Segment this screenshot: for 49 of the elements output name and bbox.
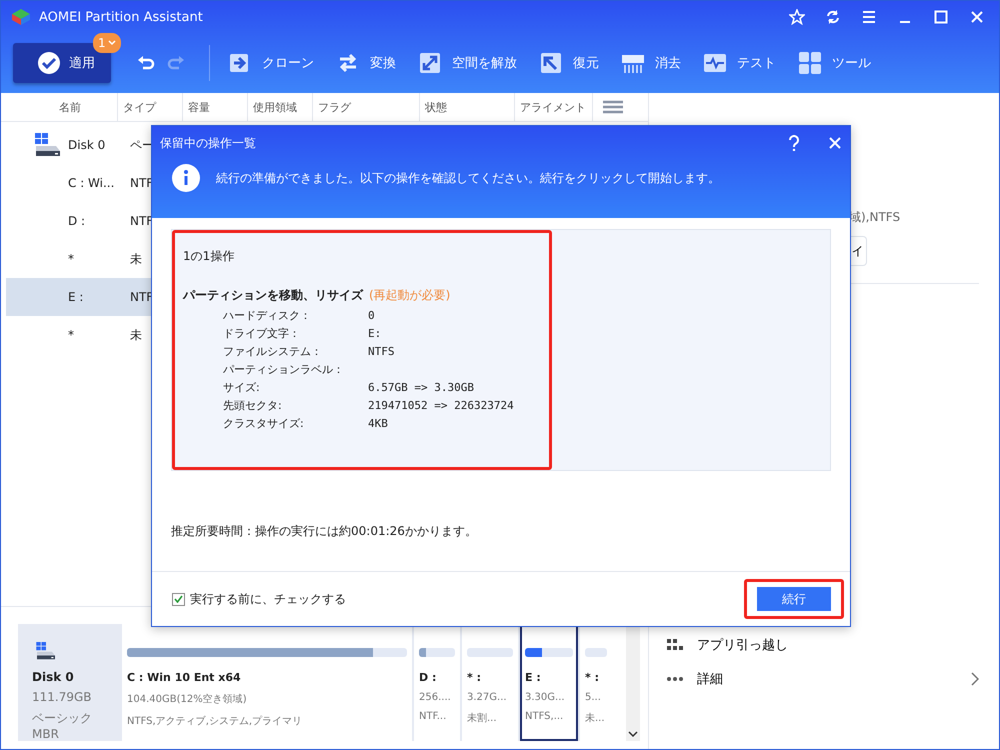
dialog-title: 保留中の操作一覧: [160, 134, 257, 152]
operation-count: 1の1操作: [183, 248, 236, 265]
disk-size: 111.79GB: [32, 690, 93, 704]
table-cell-text: D :: [68, 214, 86, 228]
table-cell: 未: [130, 326, 142, 344]
partition-size: 5...: [585, 692, 602, 703]
detail-label: パーティションラベル：: [223, 362, 345, 377]
table-cell-text: Disk 0: [68, 138, 106, 152]
detail-value: 219471052 => 226323724: [368, 398, 515, 413]
restart-note: (再起動が必要): [369, 287, 450, 304]
table-cell-text: C : Wi...: [68, 176, 116, 190]
detail-label: ドライブ文字：: [223, 326, 301, 341]
table-cell: 未: [130, 250, 142, 268]
disk-name: Disk 0: [32, 670, 75, 684]
info-message: 続行の準備ができました。以下の操作を確認してください。続行をクリックして開始します。: [216, 170, 720, 186]
partition-size: 3.27G...: [467, 692, 508, 703]
disk-type: ベーシック MBR: [32, 710, 93, 741]
partition-info: 未割...: [467, 712, 498, 725]
partition-name: * :: [467, 671, 482, 684]
detail-label: サイズ:: [223, 380, 261, 395]
partition-name: E :: [525, 671, 542, 684]
partition-info: NTF...: [419, 711, 448, 722]
detail-label: クラスタサイズ:: [223, 416, 305, 431]
table-cell-text: *: [68, 328, 75, 342]
detail-label: 先頭セクタ:: [223, 398, 283, 413]
table-cell-text: E :: [68, 290, 84, 304]
detail-value: NTFS: [368, 344, 396, 359]
detail-label: ハードディスク：: [223, 308, 312, 323]
partition-name: D :: [419, 671, 438, 684]
table-cell: NTF: [130, 176, 154, 190]
detail-value: 0: [368, 308, 376, 323]
partition-name: C : Win 10 Ent x64: [127, 671, 242, 684]
detail-value: 4KB: [368, 416, 389, 431]
partition-info: 未...: [585, 712, 606, 725]
table-cell: NTF: [130, 290, 154, 304]
detail-value: 6.57GB => 3.30GB: [368, 380, 475, 395]
partition-size: 3.30G...: [525, 692, 566, 703]
partition-size: 256....: [419, 692, 452, 703]
estimate-text: 推定所要時間：操作の実行には約00:01:26かかります。: [171, 523, 478, 540]
partition-info: NTFS,アクティブ,システム,プライマリ: [127, 714, 304, 728]
operation-title: パーティションを移動、リサイズ: [183, 287, 363, 304]
detail-value: E:: [368, 326, 382, 341]
partition-name: * :: [585, 671, 600, 684]
window-title: AOMEI Partition Assistant: [39, 10, 204, 24]
partition-info: NTFS,...: [525, 711, 564, 722]
table-cell-text: *: [68, 252, 75, 266]
partition-size: 104.40GB(12%空き領域): [127, 692, 248, 706]
detail-label: ファイルシステム：: [223, 344, 323, 359]
table-cell: NTF: [130, 214, 154, 228]
